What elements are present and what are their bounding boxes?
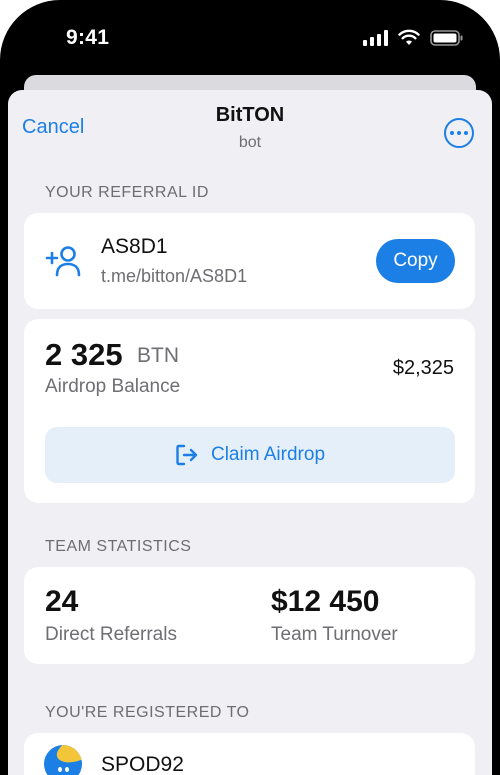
status-time: 9:41 (66, 26, 110, 49)
referral-card: AS8D1 t.me/bitton/AS8D1 Copy (24, 213, 475, 309)
referral-id: AS8D1 (101, 235, 168, 258)
page-subtitle: bot (238, 134, 262, 151)
avatar-eye (65, 767, 69, 772)
cellular-signal-icon (363, 29, 388, 46)
balance-usd-value: $2,325 (392, 357, 454, 379)
avatar (44, 745, 82, 775)
team-stats-card: 24 Direct Referrals $12 450 Team Turnove… (24, 567, 475, 664)
phone-frame: 9:41 Cancel BitTON bot YOUR REFERRAL ID … (0, 0, 500, 775)
bot-sheet: Cancel BitTON bot YOUR REFERRAL ID AS8D1… (8, 90, 492, 775)
team-turnover-value: $12 450 (271, 585, 380, 618)
team-section-label: TEAM STATISTICS (45, 538, 192, 555)
copy-button[interactable]: Copy (376, 239, 455, 283)
claim-airdrop-button[interactable]: Claim Airdrop (45, 427, 455, 483)
ellipsis-circle-icon[interactable] (444, 118, 474, 148)
registered-card[interactable]: SPOD92 (24, 733, 475, 775)
direct-referrals-value: 24 (45, 585, 79, 618)
direct-referrals-label: Direct Referrals (45, 624, 177, 645)
add-user-icon (45, 246, 81, 277)
status-icons (363, 29, 464, 46)
avatar-eye (58, 767, 62, 772)
registered-section-label: YOU'RE REGISTERED TO (45, 704, 250, 721)
referrer-name: SPOD92 (101, 753, 184, 775)
team-turnover-label: Team Turnover (271, 624, 398, 645)
airdrop-balance-label: Airdrop Balance (45, 376, 181, 397)
navigation-bar: Cancel BitTON bot (8, 90, 492, 170)
airdrop-balance-amount: 2 325 (45, 337, 123, 372)
referral-section-label: YOUR REFERRAL ID (45, 184, 209, 201)
wifi-icon (398, 29, 420, 45)
sign-out-icon (176, 444, 198, 466)
referral-link[interactable]: t.me/bitton/AS8D1 (101, 266, 247, 287)
claim-airdrop-label: Claim Airdrop (210, 444, 326, 465)
page-title: BitTON (215, 104, 285, 126)
status-bar: 9:41 (0, 0, 500, 80)
balance-unit: BTN (137, 344, 179, 367)
balance-card: 2 325 BTN Airdrop Balance $2,325 Claim A… (24, 319, 475, 503)
battery-icon (430, 29, 463, 46)
